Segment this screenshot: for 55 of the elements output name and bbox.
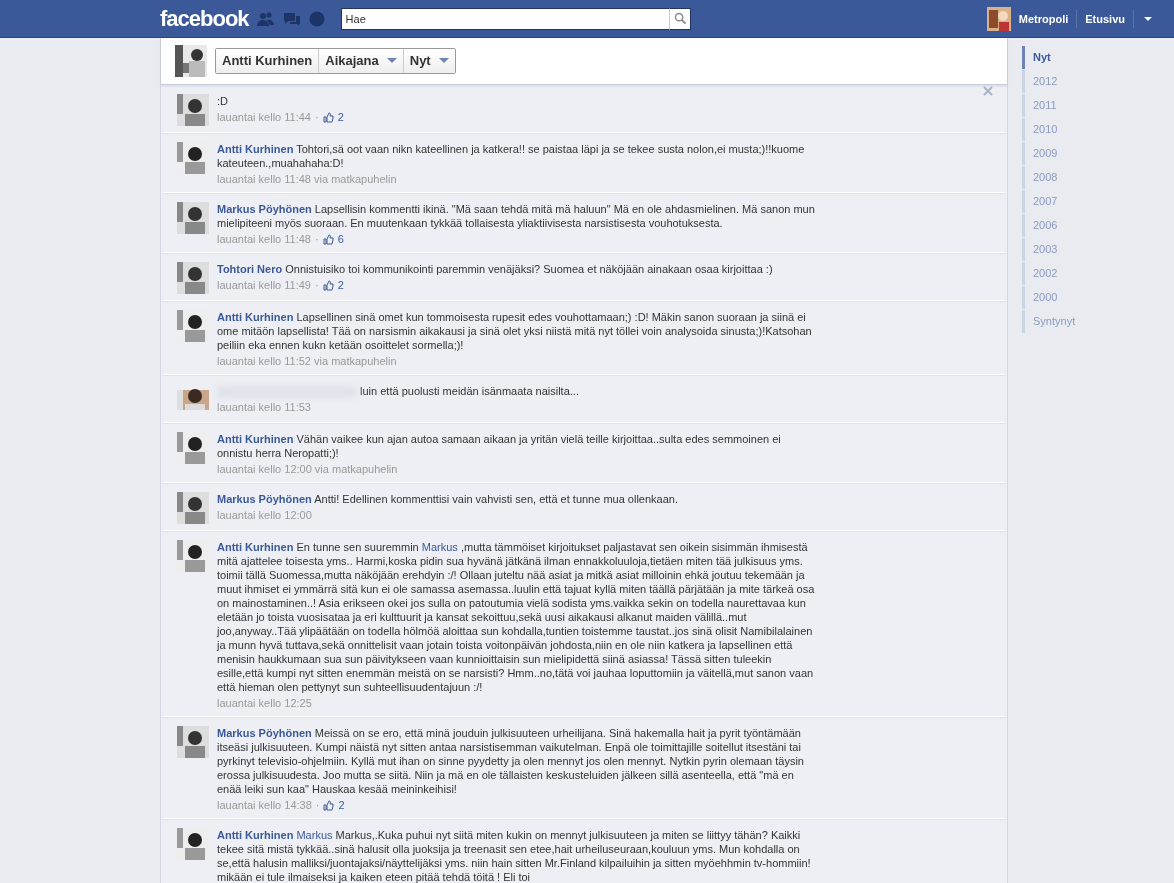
comment-text: Markus Pöyhönen Lapsellisin kommentti ikinä. "Mä saan tehdä mitä mä haluun" Mä en ole ahdasmielinen. Mä sanon mun mielipiteeni myös suoraan. En muutenkaan tykkää tollaisesta yliaktiivisesta narsistisesta vouhotuksesta. bbox=[217, 202, 816, 230]
home-link[interactable]: Etusivu bbox=[1085, 12, 1125, 26]
caret-icon bbox=[438, 58, 449, 64]
caret-icon bbox=[386, 58, 397, 64]
author-link[interactable]: Tohtori Nero bbox=[217, 263, 283, 275]
search-icon[interactable] bbox=[668, 8, 691, 30]
dropdown-button[interactable]: Aikajana bbox=[318, 49, 403, 73]
author-link[interactable]: Antti Kurhinen bbox=[217, 541, 294, 553]
like-count[interactable]: 2 bbox=[322, 278, 344, 292]
comment-time: lauantai kello 11:53 bbox=[217, 400, 311, 415]
separator: · bbox=[315, 110, 319, 124]
caret-icon[interactable] bbox=[1142, 15, 1154, 23]
separator: · bbox=[315, 232, 319, 246]
comment-time: lauantai kello 12:25 bbox=[217, 696, 312, 710]
like-count[interactable]: 6 bbox=[322, 232, 344, 246]
timeline-item[interactable]: Nyt bbox=[1022, 46, 1172, 69]
profile-link[interactable]: Metropoli bbox=[1018, 12, 1069, 26]
name-button[interactable]: Antti Kurhinen bbox=[216, 49, 319, 73]
comment-time: lauantai kello 11:49 bbox=[217, 278, 311, 292]
author-link[interactable]: Markus Pöyhönen bbox=[217, 203, 312, 215]
separator: · bbox=[315, 798, 320, 812]
facebook-logo[interactable]: facebook bbox=[160, 12, 249, 26]
messages-icon[interactable] bbox=[282, 11, 301, 27]
mention-link[interactable]: Markus bbox=[421, 541, 458, 553]
friends-icon[interactable] bbox=[256, 11, 275, 27]
separator: · bbox=[315, 278, 319, 292]
comment-text: Tohtori Nero Onnistuisiko toi kommunikointi paremmin venäjäksi? Suomea et näköjään ainakaan osaa kirjoittaa :) bbox=[217, 262, 774, 276]
author-link[interactable]: Antti Kurhinen bbox=[217, 143, 294, 155]
like-count[interactable]: 2 bbox=[322, 110, 344, 124]
author-link[interactable]: Markus Pöyhönen bbox=[217, 493, 312, 505]
comment-time: lauantai kello 14:38 bbox=[217, 798, 312, 812]
comment-time: lauantai kello 11:52 via matkapuhelin bbox=[217, 354, 397, 368]
dropdown-button[interactable]: Nyt bbox=[402, 49, 455, 73]
mention-link[interactable]: Markus bbox=[296, 829, 333, 841]
comment-time: lauantai kello 12:00 bbox=[217, 508, 312, 522]
comment-time: lauantai kello 11:48 bbox=[217, 232, 311, 246]
comment-text: Antti Kurhinen Tohtori,sä oot vaan nikn kateellinen ja katkera!! se paistaa läpi ja se tekee susta nolon,ei musta;)!!kuome kateuteen.,muahahaha:D! bbox=[217, 142, 806, 170]
author-link[interactable]: Antti Kurhinen bbox=[217, 433, 294, 445]
comment-time: lauantai kello 11:44 bbox=[217, 110, 311, 124]
comment-time: lauantai kello 11:48 via matkapuhelin bbox=[217, 172, 397, 186]
close-icon[interactable] bbox=[983, 85, 993, 97]
author-link[interactable]: Antti Kurhinen bbox=[217, 311, 294, 323]
comment-text: Markus Pöyhönen Meissä on se ero, että minä jouduin julkisuuteen urheilijana. Sinä hakemalla hait ja pyrit työntämään itseäsi julkisuuteen. Kumpi näistä nyt sitten antaa narsistisemman vaikutelman. Enpä ole toimittajille soitellut itsestäni tai pyrkinyt televisio-ohjelmiin. Kyllä mut ihan on sinne pyydetty ja olen mennyt jos olen mennyt. Nytkin pyrin olemaan täysin erossa julkisuudesta. Joo mutta se siitä. Niin ja mä en ole tällaisten keskusteluiden jälkeen sillä asenteella, että "mä en enää leiki sun kaa" Hauskaa kesää meininkeihisi! bbox=[217, 726, 805, 796]
author-link[interactable]: Antti Kurhinen bbox=[217, 829, 294, 841]
comment-text: :D bbox=[217, 94, 229, 108]
search-field[interactable]: Hae bbox=[340, 8, 669, 30]
comment-text: Antti Kurhinen Vähän vaikee kun ajan autoa samaan aikaan ja yritän vielä teille kirjoittaa..sulta edes semmoinen ei onnistu herra Neropatti;)! bbox=[217, 432, 782, 460]
comment-text: Markus Pöyhönen Antti! Edellinen kommenttisi vain vahvisti sen, että et tunne mua ollenkaan. bbox=[217, 492, 679, 506]
comment-text: Antti Kurhinen Lapsellinen sinä omet kun tommoisesta rupesit edes vouhottamaan;) :D! Mäkin sanon suoraan ja siinä ei ome mitäön lapsellista! Tää on narsismin aikakausi ja sinä olet yksi niistä mitä nyt töllei voin analysoida sinusta;)!Katsohan peiliin eka ennen kukn ketään osoittelet sormella;)! bbox=[217, 310, 813, 352]
comment-time: lauantai kello 12:00 via matkapuhelin bbox=[217, 462, 398, 476]
comment-text: Antti Kurhinen Markus Markus,.Kuka puhui nyt siitä miten kukin on mennyt julkisuuteen ja miten se liittyy tähän? Kaikki tekee sitä mistä tykkää..sinä halusit olla juoksija ja treenasit sen etee,hait urheiluseuraan,kouluun yms. Mun kohdalla on se,että halusin malliksi/juontajaksi/näyttelijäksi yms. niin hain sitten Mr.Finland kilpailuihin ja sitten myöehhmin tv-hommiin! mikään ei tule ilmaiseksi ja kaiken eteen pitää tehdä töitä ! Eli toi bbox=[217, 828, 812, 883]
comment-text: luin että puolusti meidän isänmaata naisilta... bbox=[217, 384, 817, 399]
author-link[interactable]: Markus Pöyhönen bbox=[217, 727, 312, 739]
like-count[interactable]: 2 bbox=[323, 798, 345, 812]
comment-text: Antti Kurhinen En tunne sen suuremmin Markus ,mutta tämmöiset kirjoitukset paljastavat sen oikein sisimmän ihmisestä mitä ajattelee toisesta yms.. Harmi,koska pidin sua hyvänä jätkänä ilman ennakkoluuloja,tietäen miten tää julkisuus yms. toimii tällä Suomessa,mutta näköjään erehdyin :/! Ollaan juteltu nää asiat ja mitkä asiat milloinin ehkä joutuu tekemään ja muut ihmiset ei ymmärrä sitä kun ei ole samassa asemassa..luulin että tajuat kyllä miten täällä pärjätään ja mite tärkeä osa on mainostaminen..! Asia erikseen okei jos sulla on patoutumia vielä sodista yms.vaikka sekin on todella naurettavaa kun eletään jo toista vuosisataa ja eri kulttuurit ja kansat sekoittuu,sekä uusi aikakausi alkanut maiden välillä..mut joo,anyway..Tää ylipäätään on todella hölmöä aloittaa sun kohdalla,tuntien toistemme taustat..jos sinä olisit Namibilalainen ja munn hyvä tuttava,sekä onnittelisit vaan jotain toista voitonpäivän johdosta,niin en ole niin katkera ja lapsellinen että menisin haukkumaan sua sun päivitykseen vaan kunnioittaisin sun mielipidettä siinä asiassa! Tässä sitten tuleekin esille,että kumpi nyt sitten enemmän meistä on se narsisti? Hmm..no,tätä voi jauhaa loputtomiin ja väitellä,mut sanon vaan että hieman olen pettynyt sun suhteellisuudentajuun :/! bbox=[217, 540, 816, 694]
